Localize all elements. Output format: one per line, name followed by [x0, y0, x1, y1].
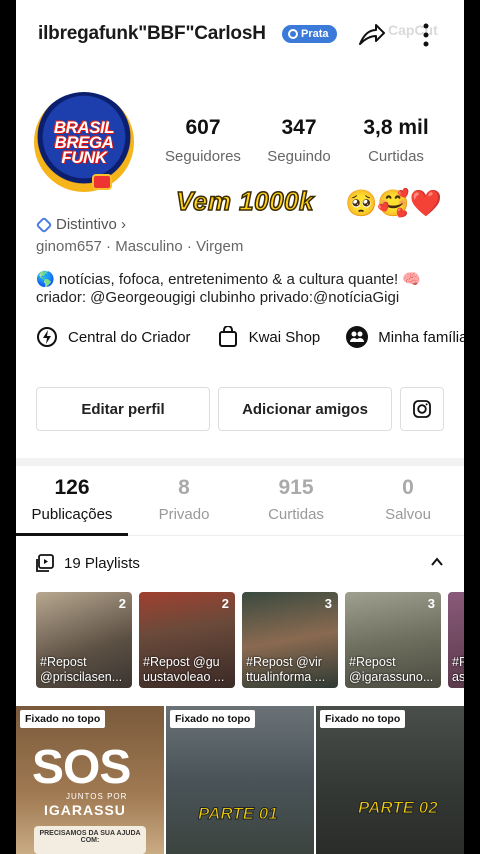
playlist-icon	[36, 554, 54, 572]
distintivo-icon	[35, 216, 53, 233]
top-bar: ilbregafunk"BBF"CarlosH Prata CapCut	[16, 0, 464, 68]
playlist-item[interactable]: 3 #Repost @igarassuno...	[345, 592, 441, 688]
stat-following[interactable]: 347 Seguindo	[254, 116, 344, 165]
shopping-bag-icon	[218, 326, 237, 347]
instagram-icon	[413, 400, 431, 418]
profile-tabs: 126 Publicações 8 Privado 915 Curtidas 0…	[16, 476, 464, 536]
playlist-item[interactable]: 3 #Repost @vir ttualinforma ...	[242, 592, 338, 688]
overlay-emojis: 🥺🥰❤️	[345, 188, 443, 218]
edit-profile-button[interactable]: Editar perfil	[36, 387, 210, 431]
family-shortcut[interactable]: Minha família	[346, 326, 464, 348]
creator-center-shortcut[interactable]: Central do Criador	[36, 326, 191, 348]
kwai-shop-shortcut[interactable]: Kwai Shop	[217, 326, 320, 348]
tab-salvou[interactable]: 0 Salvou	[352, 476, 464, 535]
badge-icon	[288, 29, 298, 39]
post-parte-01[interactable]: Fixado no topo PARTE 01	[166, 706, 314, 854]
playlists-title: 19 Playlists	[64, 554, 140, 572]
username: ilbregafunk"BBF"CarlosH	[38, 23, 266, 44]
distintivo-link[interactable]: Distintivo ›	[35, 216, 126, 233]
avatar[interactable]: BRASIL BREGA FUNK	[34, 92, 134, 192]
tab-privado[interactable]: 8 Privado	[128, 476, 240, 535]
playlist-item[interactable]: 2 #Repost @priscilasen...	[36, 592, 132, 688]
add-friends-button[interactable]: Adicionar amigos	[218, 387, 392, 431]
post-sos[interactable]: Fixado no topo SOS JUNTOS POR IGARASSU P…	[16, 706, 164, 854]
tab-curtidas[interactable]: 915 Curtidas	[240, 476, 352, 535]
creator-center-icon	[37, 327, 57, 347]
shortcuts-row: Central do Criador Kwai Shop Minha famíl…	[36, 326, 464, 348]
family-icon	[346, 326, 369, 348]
instagram-button[interactable]	[400, 387, 444, 431]
pinned-label: Fixado no topo	[320, 710, 406, 728]
overlay-text: Vem 1000k	[175, 185, 314, 217]
pinned-label: Fixado no topo	[170, 710, 256, 728]
pinned-label: Fixado no topo	[20, 710, 106, 728]
avatar-play-icon	[92, 174, 112, 190]
playlists-row: 2 #Repost @priscilasen... 2 #Repost @gu …	[36, 592, 464, 688]
post-parte-02[interactable]: Fixado no topo PARTE 02	[316, 706, 464, 854]
profile-meta: ginom657 · Masculino · Virgem	[36, 238, 244, 255]
tab-publicacoes[interactable]: 126 Publicações	[16, 476, 128, 536]
profile-bio: 🌎 notícias, fofoca, entretenimento & a c…	[36, 271, 422, 306]
badge-label: Prata	[301, 28, 329, 40]
prata-badge[interactable]: Prata	[282, 25, 337, 43]
share-icon[interactable]	[356, 20, 386, 50]
chevron-up-icon[interactable]	[430, 555, 444, 569]
playlist-item[interactable]: 2 #Repost @gu uustavoleao ...	[139, 592, 235, 688]
more-options-icon[interactable]	[416, 20, 436, 50]
posts-grid: Fixado no topo SOS JUNTOS POR IGARASSU P…	[16, 706, 464, 854]
avatar-logo: BRASIL BREGA FUNK	[53, 117, 115, 167]
stat-followers[interactable]: 607 Seguidores	[158, 116, 248, 165]
profile-screen: ilbregafunk"BBF"CarlosH Prata CapCut BRA…	[16, 0, 464, 854]
stat-likes[interactable]: 3,8 mil Curtidas	[351, 116, 441, 165]
section-divider	[16, 458, 464, 466]
playlists-header[interactable]: 19 Playlists	[36, 552, 446, 574]
playlist-item[interactable]: #R asi	[448, 592, 464, 688]
